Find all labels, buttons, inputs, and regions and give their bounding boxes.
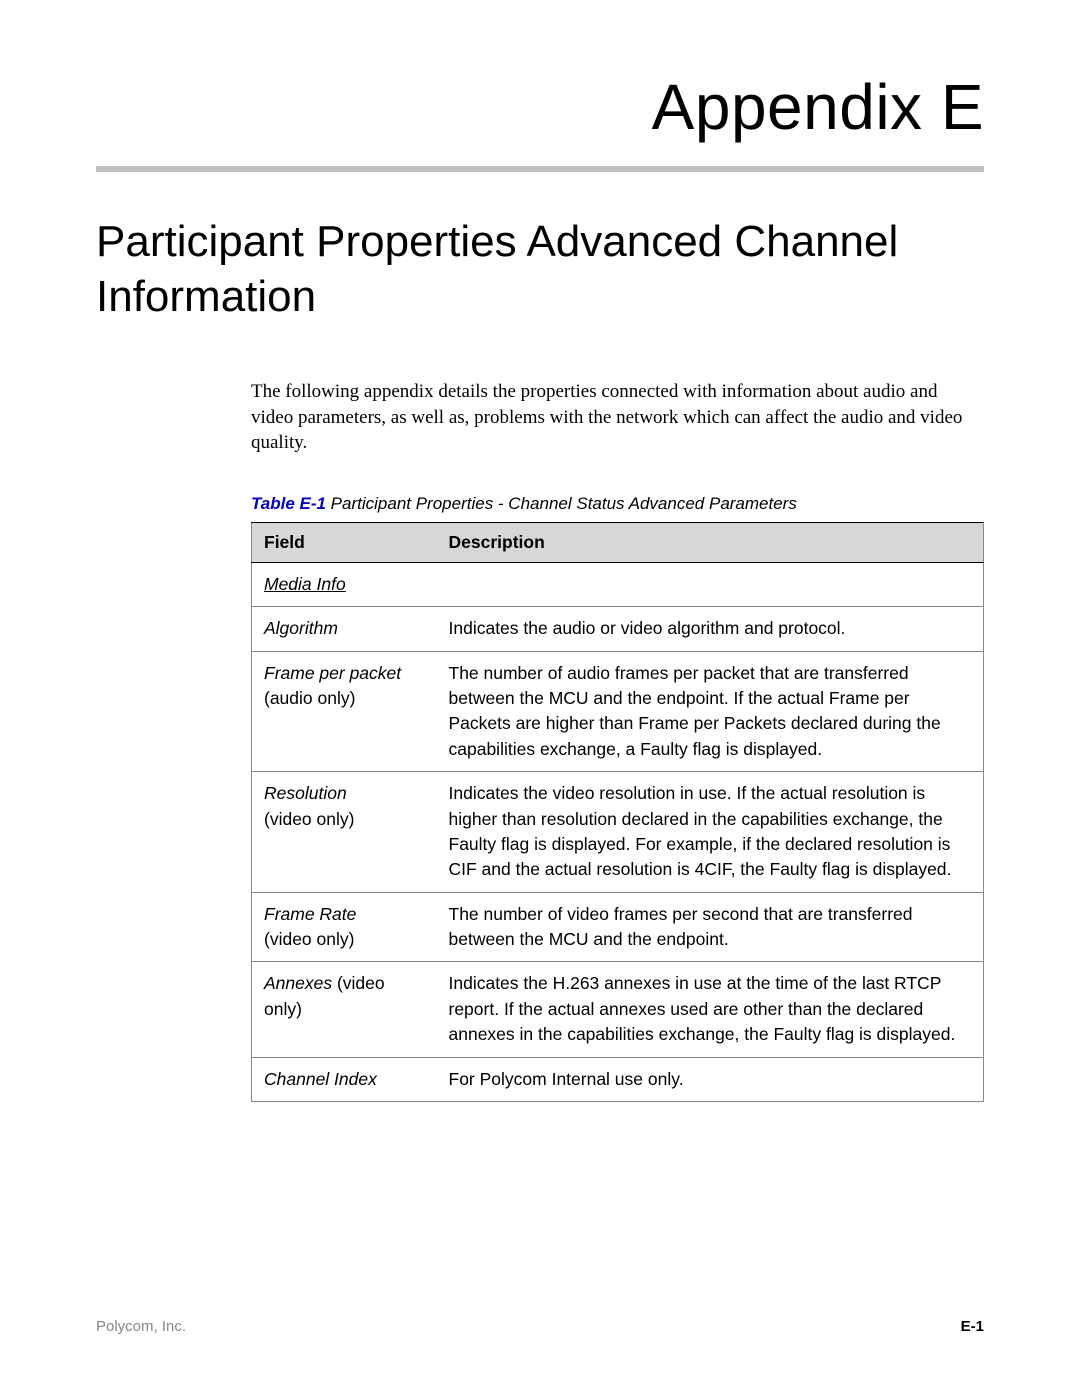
desc-cell: Indicates the H.263 annexes in use at th… <box>437 962 984 1057</box>
col-header-field: Field <box>252 522 437 562</box>
field-cell: Frame Rate (video only) <box>252 892 437 962</box>
col-header-description: Description <box>437 522 984 562</box>
section-title: Participant Properties Advanced Channel … <box>96 214 984 324</box>
table-header-row: Field Description <box>252 522 984 562</box>
table-section-heading: Media Info <box>252 562 984 606</box>
desc-cell: Indicates the video resolution in use. I… <box>437 772 984 893</box>
footer-page-number: E-1 <box>961 1318 984 1335</box>
table-caption-text: Participant Properties - Channel Status … <box>326 494 797 513</box>
table-section-row: Media Info <box>252 562 984 606</box>
properties-table: Field Description Media Info Algorithm I… <box>251 522 984 1102</box>
table-row: Resolution (video only) Indicates the vi… <box>252 772 984 893</box>
footer-company: Polycom, Inc. <box>96 1318 186 1335</box>
table-row: Annexes (video only) Indicates the H.263… <box>252 962 984 1057</box>
table-row: Channel Index For Polycom Internal use o… <box>252 1057 984 1101</box>
field-cell: Algorithm <box>252 607 437 651</box>
table-caption: Table E-1 Participant Properties - Chann… <box>251 494 984 514</box>
table-row: Frame per packet (audio only) The number… <box>252 651 984 772</box>
page-footer: Polycom, Inc. E-1 <box>96 1318 984 1335</box>
field-cell: Resolution (video only) <box>252 772 437 893</box>
table-row: Frame Rate (video only) The number of vi… <box>252 892 984 962</box>
horizontal-rule <box>96 166 984 172</box>
table-row: Algorithm Indicates the audio or video a… <box>252 607 984 651</box>
desc-cell: The number of audio frames per packet th… <box>437 651 984 772</box>
field-cell: Channel Index <box>252 1057 437 1101</box>
table-caption-label: Table E-1 <box>251 494 326 513</box>
desc-cell: Indicates the audio or video algorithm a… <box>437 607 984 651</box>
appendix-label: Appendix E <box>96 70 984 144</box>
intro-paragraph: The following appendix details the prope… <box>251 379 984 456</box>
desc-cell: For Polycom Internal use only. <box>437 1057 984 1101</box>
desc-cell: The number of video frames per second th… <box>437 892 984 962</box>
field-cell: Annexes (video only) <box>252 962 437 1057</box>
field-cell: Frame per packet (audio only) <box>252 651 437 772</box>
